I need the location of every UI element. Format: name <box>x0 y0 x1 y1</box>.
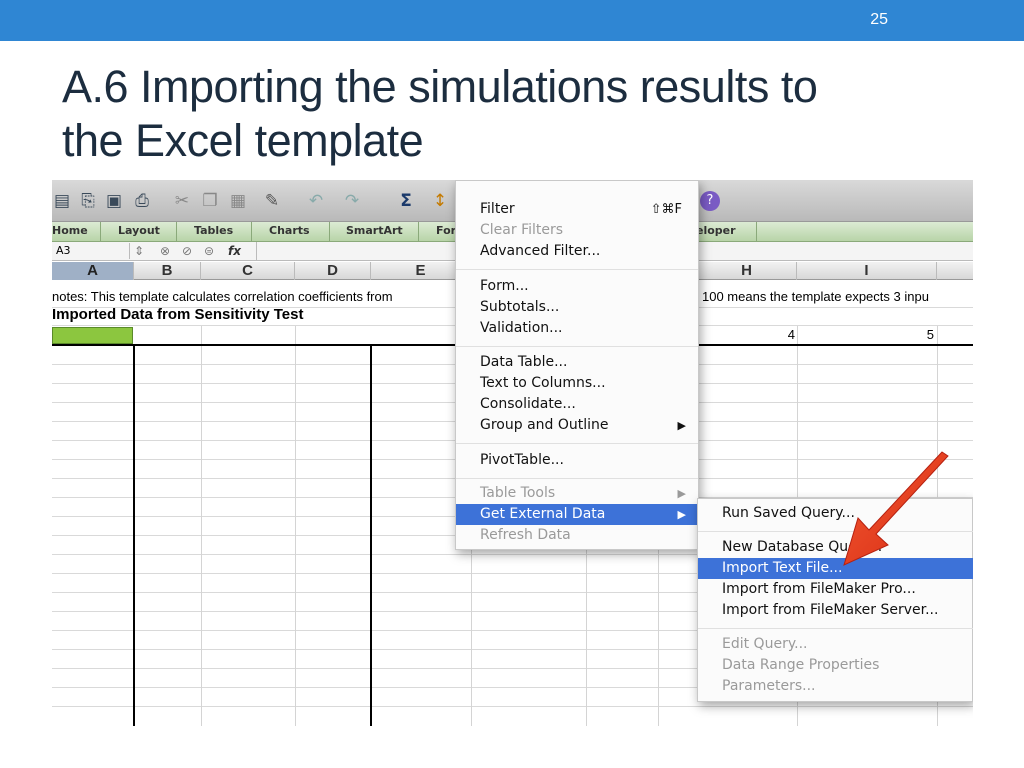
slide-title: A.6 Importing the simulations results to… <box>62 60 962 168</box>
red-arrow-icon <box>843 451 949 566</box>
slide: 25 A.6 Importing the simulations results… <box>0 0 1024 768</box>
title-line-1: A.6 Importing the simulations results to <box>62 61 818 112</box>
excel-screenshot: ▤ ⎘ ▣ ⎙ ✂ ❐ ▦ ✎ ↶ ↷ Σ ↕ ? Home Layout Ta… <box>52 180 973 726</box>
annotation-arrow <box>843 451 949 566</box>
title-line-2: the Excel template <box>62 115 424 166</box>
top-bar: 25 <box>0 0 1024 41</box>
slide-number: 25 <box>870 11 888 28</box>
